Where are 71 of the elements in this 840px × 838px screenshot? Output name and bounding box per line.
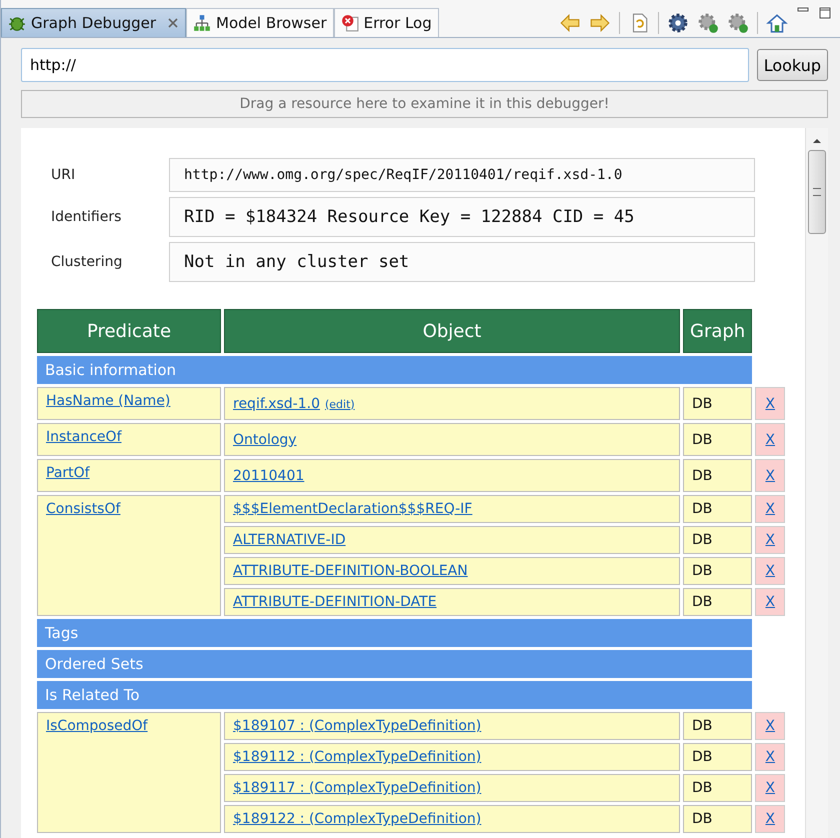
section-header: Basic information <box>37 356 752 384</box>
remove-link[interactable]: X <box>765 594 776 610</box>
object-link[interactable]: $189107 : (ComplexTypeDefinition) <box>233 718 482 734</box>
section-header: Ordered Sets <box>37 650 752 678</box>
section-header: Is Related To <box>37 681 752 709</box>
remove-link[interactable]: X <box>765 749 776 765</box>
scroll-thumb[interactable] <box>808 150 826 234</box>
field-label: Clustering <box>50 254 124 270</box>
hierarchy-icon <box>193 14 212 32</box>
object-link[interactable]: Ontology <box>233 432 297 448</box>
graph-cell: DB <box>683 423 752 456</box>
view-tab[interactable]: Model Browser <box>186 8 334 37</box>
remove-link[interactable]: X <box>765 501 776 517</box>
scroll-up-icon[interactable] <box>812 138 822 144</box>
field-label: URI <box>50 167 76 183</box>
object-link[interactable]: $189122 : (ComplexTypeDefinition) <box>233 811 482 827</box>
graph-cell: DB <box>683 743 752 771</box>
predicate-link[interactable]: PartOf <box>46 465 90 481</box>
predicate-link[interactable]: IsComposedOf <box>46 718 148 734</box>
graph-cell: DB <box>683 459 752 492</box>
edit-link[interactable]: (edit) <box>324 398 355 410</box>
predicate-link[interactable]: ConsistsOf <box>46 501 120 517</box>
object-link[interactable]: 20110401 <box>233 468 304 484</box>
column-header: Graph <box>683 309 752 353</box>
forward-arrow-icon[interactable] <box>589 12 611 34</box>
scrollbar[interactable] <box>805 128 828 838</box>
value-field: Not in any cluster set <box>169 242 755 282</box>
object-link[interactable]: ATTRIBUTE-DEFINITION-DATE <box>233 594 437 610</box>
graph-cell: DB <box>683 387 752 420</box>
back-arrow-icon[interactable] <box>559 12 581 34</box>
graph-cell: DB <box>683 712 752 740</box>
section-header: Tags <box>37 619 752 647</box>
maximize-icon[interactable] <box>818 6 832 20</box>
predicate-link[interactable]: InstanceOf <box>46 429 122 445</box>
predicate-link[interactable]: HasName (Name) <box>46 393 170 409</box>
url-field[interactable]: http:// <box>21 48 749 82</box>
object-link[interactable]: $$$ElementDeclaration$$$REQ-IF <box>233 501 472 517</box>
object-link[interactable]: $189117 : (ComplexTypeDefinition) <box>233 780 482 796</box>
remove-link[interactable]: X <box>765 811 776 827</box>
object-link[interactable]: reqif.xsd-1.0 <box>233 396 320 412</box>
remove-link[interactable]: X <box>765 396 776 412</box>
column-header: Predicate <box>37 309 221 353</box>
home-icon[interactable] <box>766 12 788 34</box>
remove-link[interactable]: X <box>765 532 776 548</box>
graph-cell: DB <box>683 805 752 833</box>
close-icon[interactable] <box>167 17 180 29</box>
object-link[interactable]: $189112 : (ComplexTypeDefinition) <box>233 749 482 765</box>
remove-link[interactable]: X <box>765 468 776 484</box>
column-header: Object <box>224 309 680 353</box>
field-label: Identifiers <box>50 209 122 225</box>
graph-cell: DB <box>683 588 752 616</box>
remove-link[interactable]: X <box>765 432 776 448</box>
view-tab[interactable]: Error Log <box>334 8 439 37</box>
remove-link[interactable]: X <box>765 718 776 734</box>
value-field: http://www.omg.org/spec/ReqIF/20110401/reqif.xsd-1.0 <box>169 158 755 192</box>
object-link[interactable]: ATTRIBUTE-DEFINITION-BOOLEAN <box>233 563 468 579</box>
graph-cell: DB <box>683 774 752 802</box>
graph-cell: DB <box>683 526 752 554</box>
value-field: RID = $184324 Resource Key = 122884 CID = 45 <box>169 197 755 237</box>
gear-icon[interactable] <box>667 12 689 34</box>
object-link[interactable]: ALTERNATIVE-ID <box>233 532 346 548</box>
graph-cell: DB <box>683 495 752 523</box>
remove-link[interactable]: X <box>765 563 776 579</box>
lookup-button[interactable]: Lookup <box>756 49 828 81</box>
view-tab[interactable]: Graph Debugger <box>1 8 186 37</box>
remove-link[interactable]: X <box>765 780 776 796</box>
graph-cell: DB <box>683 557 752 585</box>
gear-add-icon[interactable] <box>697 12 719 34</box>
drop-zone[interactable]: Drag a resource here to examine it in this debugger! <box>21 90 828 118</box>
error-log-icon <box>340 14 359 32</box>
gear-add-icon[interactable] <box>727 12 749 34</box>
